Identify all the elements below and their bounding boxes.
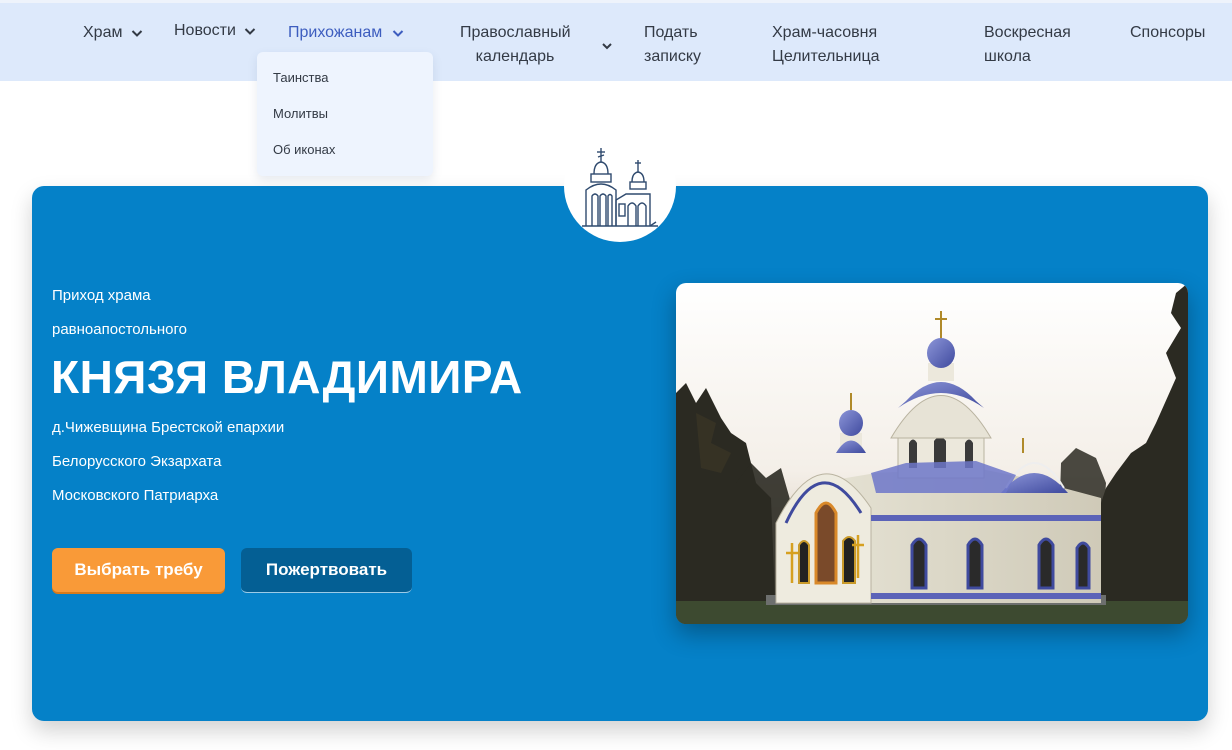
top-nav: Храм Новости Прихожанам Православный кал…	[0, 0, 1232, 81]
choose-service-button[interactable]: Выбрать требу	[52, 548, 225, 592]
nav-item-label: записку	[644, 48, 702, 65]
chevron-down-icon	[390, 25, 406, 41]
church-photo	[676, 283, 1188, 624]
nav-item-calendar[interactable]: Православный календарь	[460, 21, 571, 69]
hero-location-line: д.Чижевщина Брестской епархии	[52, 419, 285, 436]
church-logo-icon	[564, 130, 676, 242]
dropdown-item-icons[interactable]: Об иконах	[273, 141, 335, 159]
nav-item-label: Храм	[83, 24, 123, 41]
nav-item-parishioners[interactable]: Прихожанам	[288, 21, 404, 45]
nav-item-label: Подать	[644, 24, 698, 41]
nav-item-news[interactable]: Новости	[174, 19, 256, 43]
hero-title: КНЯЗЯ ВЛАДИМИРА	[51, 351, 523, 403]
nav-item-label: Храм-часовня	[772, 24, 878, 41]
dropdown-item-sacraments[interactable]: Таинства	[273, 69, 328, 87]
nav-item-label: Целительница	[772, 48, 880, 65]
nav-item-label: Православный	[460, 24, 571, 41]
nav-item-label: Новости	[174, 22, 236, 39]
nav-item-temple[interactable]: Храм	[83, 21, 143, 45]
hero-subtitle-line1: Приход храма	[52, 287, 151, 304]
nav-item-label: Воскресная	[984, 24, 1071, 41]
parishioners-dropdown-menu: Таинства Молитвы Об иконах	[257, 52, 433, 176]
nav-item-label: школа	[984, 48, 1031, 65]
hero-exarchate-line: Белорусского Экзархата	[52, 453, 222, 470]
nav-item-sponsors[interactable]: Спонсоры	[1130, 21, 1205, 45]
chevron-down-icon	[242, 23, 258, 39]
dropdown-item-prayers[interactable]: Молитвы	[273, 105, 328, 123]
nav-item-chapel[interactable]: Храм-часовня Целительница	[772, 21, 880, 69]
nav-item-label: Спонсоры	[1130, 24, 1206, 41]
donate-button[interactable]: Пожертвовать	[241, 548, 412, 593]
hero-subtitle-line2: равноапостольного	[52, 321, 187, 338]
nav-item-label: календарь	[475, 48, 555, 65]
nav-item-label: Прихожанам	[288, 24, 383, 41]
chevron-down-icon	[129, 25, 145, 41]
hero-patriarchate-line: Московского Патриарха	[52, 487, 219, 504]
nav-item-sunday-school[interactable]: Воскресная школа	[984, 21, 1071, 69]
chevron-down-icon[interactable]	[599, 38, 615, 54]
nav-item-submit-note[interactable]: Подать записку	[644, 21, 701, 69]
